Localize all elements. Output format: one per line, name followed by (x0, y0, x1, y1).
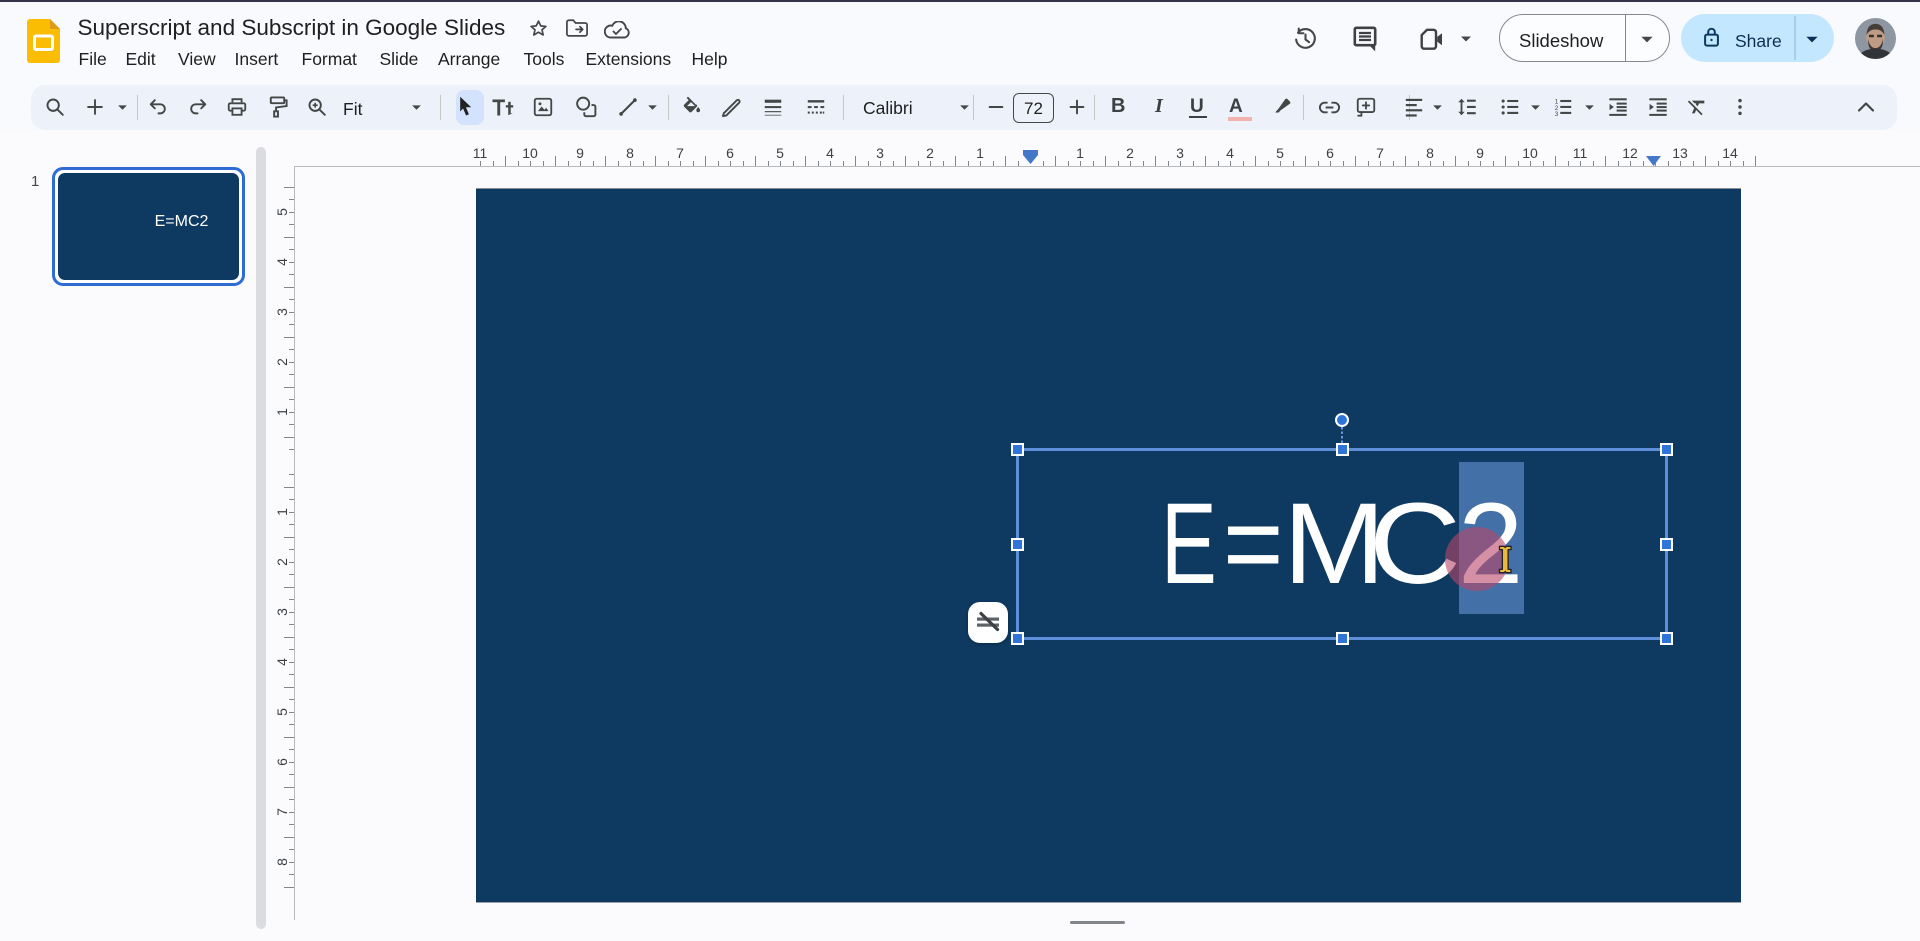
svg-text:3: 3 (1555, 111, 1559, 118)
